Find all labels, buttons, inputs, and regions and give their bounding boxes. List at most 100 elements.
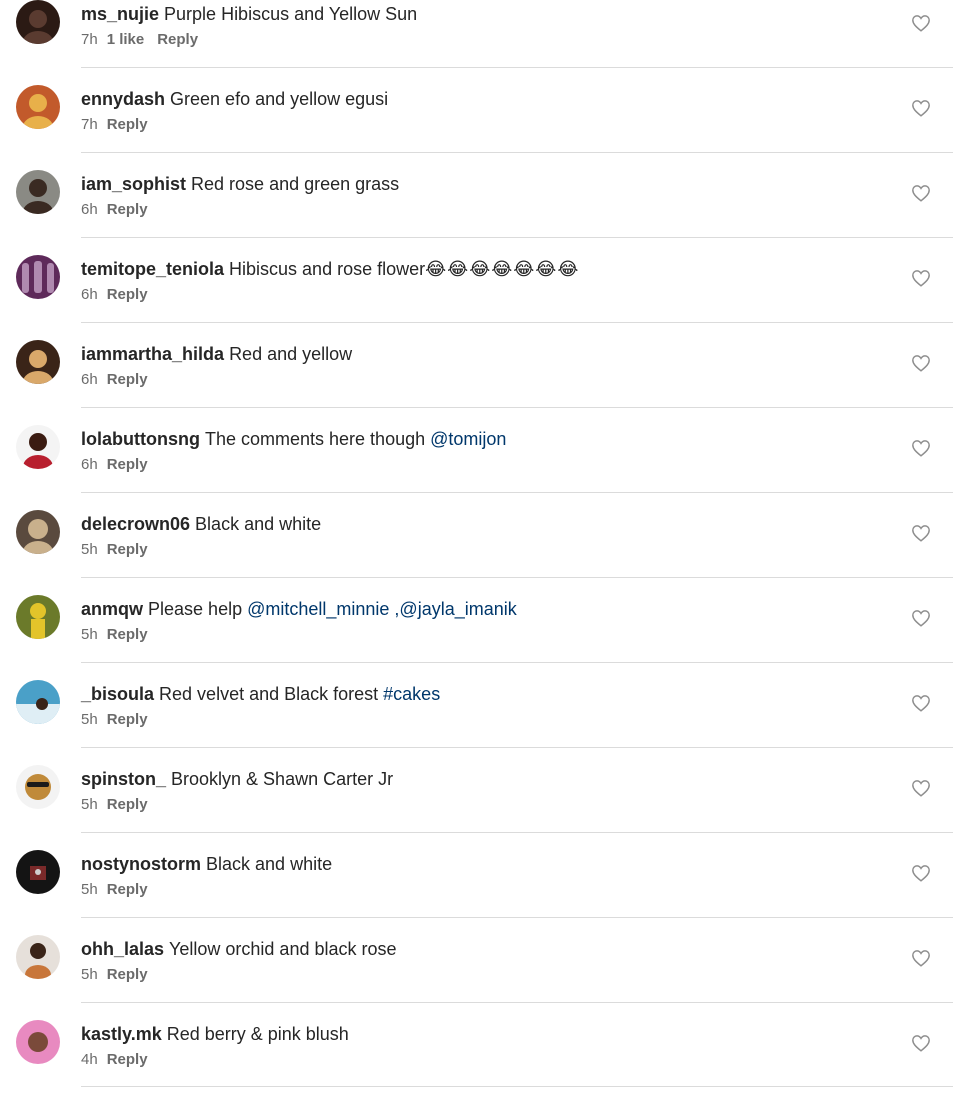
- reply-button[interactable]: Reply: [107, 456, 148, 473]
- comment-meta: 5h Reply: [81, 626, 148, 644]
- heart-icon[interactable]: [911, 269, 931, 287]
- divider: [81, 1002, 953, 1003]
- comment-time: 5h: [81, 541, 98, 558]
- heart-icon[interactable]: [911, 779, 931, 797]
- comment-row: spinston_ Brooklyn & Shawn Carter Jr 5h Re…: [0, 765, 953, 850]
- comment-row: iammartha_hilda Red and yellow 6h Reply: [0, 340, 953, 425]
- divider: [81, 407, 953, 408]
- reply-button[interactable]: Reply: [107, 796, 148, 813]
- avatar[interactable]: [16, 510, 60, 554]
- comment-meta: 4h Reply: [81, 1051, 148, 1069]
- avatar[interactable]: [16, 1020, 60, 1064]
- comment-body: Green efo and yellow egusi: [170, 89, 389, 109]
- username[interactable]: ennydash: [81, 89, 165, 109]
- hashtag-link[interactable]: #cakes: [383, 684, 440, 704]
- heart-icon[interactable]: [911, 694, 931, 712]
- reply-button[interactable]: Reply: [107, 286, 148, 303]
- comment-body: Hibiscus and rose flower: [229, 259, 426, 279]
- avatar[interactable]: [16, 680, 60, 724]
- comment-row: ohh_lalas Yellow orchid and black rose 5h…: [0, 935, 953, 1020]
- username[interactable]: ohh_lalas: [81, 939, 164, 959]
- comment-meta: 6h Reply: [81, 201, 148, 219]
- mention-link[interactable]: @tomijon: [430, 429, 506, 449]
- reply-button[interactable]: Reply: [107, 626, 148, 643]
- avatar[interactable]: [16, 85, 60, 129]
- heart-icon[interactable]: [911, 439, 931, 457]
- comment-time: 5h: [81, 881, 98, 898]
- username[interactable]: ms_nujie: [81, 4, 159, 24]
- comment-text: iammartha_hilda Red and yellow: [81, 343, 352, 365]
- heart-icon[interactable]: [911, 609, 931, 627]
- comment-text: ennydash Green efo and yellow egusi: [81, 88, 388, 110]
- comment-body: Red and yellow: [229, 344, 353, 364]
- username[interactable]: iam_sophist: [81, 174, 186, 194]
- divider: [81, 1086, 953, 1087]
- comment-meta: 7h 1 like Reply: [81, 31, 198, 49]
- heart-icon[interactable]: [911, 184, 931, 202]
- avatar[interactable]: [16, 340, 60, 384]
- avatar[interactable]: [16, 425, 60, 469]
- divider: [81, 67, 953, 68]
- divider: [81, 747, 953, 748]
- avatar[interactable]: [16, 850, 60, 894]
- comment-body: Red rose and green grass: [191, 174, 400, 194]
- heart-icon[interactable]: [911, 99, 931, 117]
- comment-row: iam_sophist Red rose and green grass 6h Re…: [0, 170, 953, 255]
- username[interactable]: nostynostorm: [81, 854, 201, 874]
- comment-meta: 6h Reply: [81, 371, 148, 389]
- comment-meta: 7h Reply: [81, 116, 148, 134]
- reply-button[interactable]: Reply: [107, 371, 148, 388]
- reply-button[interactable]: Reply: [107, 541, 148, 558]
- reply-button[interactable]: Reply: [107, 881, 148, 898]
- comment-meta: 5h Reply: [81, 881, 148, 899]
- reply-button[interactable]: Reply: [107, 1051, 148, 1068]
- reply-button[interactable]: Reply: [107, 711, 148, 728]
- comment-text: ms_nujie Purple Hibiscus and Yellow Sun: [81, 3, 417, 25]
- avatar[interactable]: [16, 0, 60, 44]
- like-count[interactable]: 1 like: [107, 31, 145, 48]
- reply-button[interactable]: Reply: [107, 966, 148, 983]
- heart-icon[interactable]: [911, 14, 931, 32]
- comment-text: kastly.mk Red berry & pink blush: [81, 1023, 349, 1045]
- avatar[interactable]: [16, 935, 60, 979]
- avatar[interactable]: [16, 765, 60, 809]
- username[interactable]: spinston_: [81, 769, 166, 789]
- comment-time: 6h: [81, 371, 98, 388]
- comment-row: anmqw Please help @mitchell_minnie ,@jayl…: [0, 595, 953, 680]
- heart-icon[interactable]: [911, 354, 931, 372]
- avatar[interactable]: [16, 595, 60, 639]
- comment-body: Please help: [148, 599, 248, 619]
- username[interactable]: iammartha_hilda: [81, 344, 224, 364]
- reply-button[interactable]: Reply: [157, 31, 198, 48]
- username[interactable]: _bisoula: [81, 684, 154, 704]
- avatar[interactable]: [16, 170, 60, 214]
- reply-button[interactable]: Reply: [107, 201, 148, 218]
- comment-body: Black and white: [195, 514, 322, 534]
- heart-icon[interactable]: [911, 1034, 931, 1052]
- comment-row: temitope_teniola Hibiscus and rose flower…: [0, 255, 953, 340]
- divider: [81, 322, 953, 323]
- username[interactable]: delecrown06: [81, 514, 190, 534]
- username[interactable]: kastly.mk: [81, 1024, 162, 1044]
- emoji-laughing: 😂😂😂😂😂😂😂: [425, 259, 580, 279]
- avatar[interactable]: [16, 255, 60, 299]
- comment-body: The comments here though: [204, 429, 431, 449]
- divider: [81, 152, 953, 153]
- comment-time: 5h: [81, 711, 98, 728]
- heart-icon[interactable]: [911, 864, 931, 882]
- reply-button[interactable]: Reply: [107, 116, 148, 133]
- comment-time: 7h: [81, 31, 98, 48]
- comment-time: 6h: [81, 201, 98, 218]
- comment-text: iam_sophist Red rose and green grass: [81, 173, 399, 195]
- mention-link[interactable]: @mitchell_minnie ,@jayla_imanik: [247, 599, 517, 619]
- username[interactable]: lolabuttonsng: [81, 429, 200, 449]
- comment-meta: 5h Reply: [81, 541, 148, 559]
- comment-row: delecrown06 Black and white 5h Reply: [0, 510, 953, 595]
- heart-icon[interactable]: [911, 949, 931, 967]
- comment-body: Black and white: [206, 854, 333, 874]
- comment-text: delecrown06 Black and white: [81, 513, 321, 535]
- comment-text: ohh_lalas Yellow orchid and black rose: [81, 938, 397, 960]
- username[interactable]: anmqw: [81, 599, 143, 619]
- username[interactable]: temitope_teniola: [81, 259, 224, 279]
- heart-icon[interactable]: [911, 524, 931, 542]
